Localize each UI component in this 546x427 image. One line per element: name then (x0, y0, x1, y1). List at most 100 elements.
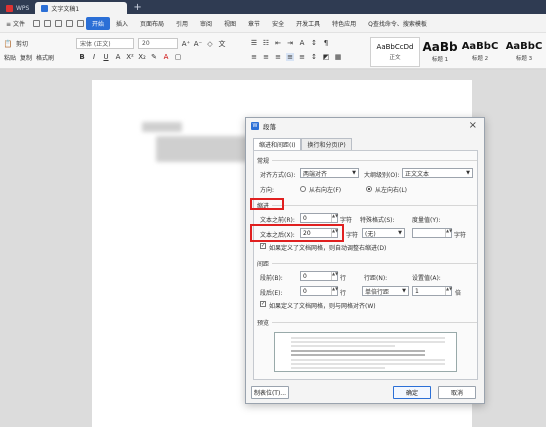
preview-icon[interactable] (54, 19, 62, 27)
menu-home[interactable]: 开始 (85, 16, 110, 30)
font-color-icon[interactable]: A (162, 53, 170, 61)
wps-writer-icon: W (251, 122, 259, 130)
borders-icon[interactable]: ▦ (334, 53, 342, 61)
justify-icon[interactable]: ≡ (286, 53, 294, 61)
dialog-panel: 常规 对齐方式(G): 两端对齐 ▼ 大纲级别(O): 正文文本 ▼ 方向: 从右向… (250, 150, 478, 380)
special-select[interactable]: (无) ▼ (362, 228, 405, 238)
undo-icon[interactable] (65, 19, 73, 27)
spacing-grid-checkbox[interactable]: ✓ (260, 301, 266, 307)
paste-icon[interactable]: 📋 (4, 40, 13, 48)
menu-security[interactable]: 安全 (266, 19, 290, 28)
at-spinner[interactable]: 1 ▲▼ (412, 286, 452, 296)
spin-arrows-icon[interactable]: ▲▼ (331, 287, 338, 295)
numbering-icon[interactable]: ☷ (262, 39, 270, 47)
redo-icon[interactable] (76, 19, 84, 27)
menu-page-layout[interactable]: 页面布局 (134, 19, 170, 28)
format-painter-button[interactable]: 格式刷 (36, 53, 54, 62)
style-heading-1[interactable]: AaBb 标题 1 (422, 37, 458, 67)
style-h2-name: 标题 2 (471, 56, 489, 62)
tab-line-page-breaks[interactable]: 换行和分页(P) (301, 138, 352, 150)
style-heading-2[interactable]: AaBbC 标题 2 (458, 37, 502, 67)
space-after-value: 0 (303, 287, 307, 295)
line-spacing-icon[interactable]: ↕ (310, 53, 318, 61)
font-name-select[interactable]: 宋体 (正文) (76, 38, 134, 49)
highlight-icon[interactable]: ✎ (150, 53, 158, 61)
indent-before-spinner[interactable]: 0 ▲▼ (300, 213, 338, 223)
spin-arrows-icon[interactable]: ▲▼ (331, 214, 338, 222)
show-marks-icon[interactable]: ¶ (322, 39, 330, 47)
space-before-label: 段前(B): (260, 275, 283, 282)
menu-review[interactable]: 审阅 (194, 19, 218, 28)
shading-icon[interactable]: ◩ (322, 53, 330, 61)
space-after-spinner[interactable]: 0 ▲▼ (300, 286, 338, 296)
save-icon[interactable] (32, 19, 40, 27)
outdent-icon[interactable]: ⇤ (274, 39, 282, 47)
superscript-icon[interactable]: X² (126, 53, 134, 61)
space-after-unit[interactable]: 行 (340, 288, 346, 297)
cut-button[interactable]: 剪切 (16, 39, 28, 48)
ok-button[interactable]: 确定 (393, 386, 431, 399)
shrink-font-icon[interactable]: A⁻ (194, 40, 202, 48)
command-search[interactable]: Q查找命令、搜索模板 (362, 19, 433, 28)
grow-font-icon[interactable]: A⁺ (182, 40, 190, 48)
preview-lines-graphic (291, 337, 445, 369)
chinese-layout-icon[interactable]: A (298, 39, 306, 47)
distributed-icon[interactable]: ≡ (298, 53, 306, 61)
bold-icon[interactable]: B (78, 53, 86, 61)
font-size-select[interactable]: 20 (138, 38, 178, 49)
ltr-radio[interactable] (366, 186, 372, 192)
close-icon[interactable]: × (469, 120, 477, 131)
tab-stops-button[interactable]: 制表位(T)... (251, 386, 289, 399)
menu-features[interactable]: 特色应用 (326, 19, 362, 28)
measure-unit[interactable]: 字符 (454, 230, 466, 239)
char-border-icon[interactable]: ▢ (174, 53, 182, 61)
style-h1-name: 标题 1 (431, 57, 449, 63)
indent-after-unit[interactable]: 字符 (346, 230, 358, 239)
align-left-icon[interactable]: ≡ (250, 53, 258, 61)
indent-icon[interactable]: ⇥ (286, 39, 294, 47)
italic-icon[interactable]: I (90, 53, 98, 61)
ltr-label: 从左向右(L) (375, 187, 408, 194)
strikethrough-icon[interactable]: A (114, 53, 122, 61)
tab-wps[interactable]: WPS (0, 2, 35, 14)
print-icon[interactable] (43, 19, 51, 27)
clear-format-icon[interactable]: ◇ (206, 40, 214, 48)
cancel-button[interactable]: 取消 (438, 386, 476, 399)
line-spacing-select[interactable]: 单倍行距 ▼ (362, 286, 409, 296)
align-value: 两端对齐 (303, 170, 328, 178)
menu-view[interactable]: 视图 (218, 19, 242, 28)
spin-arrows-icon[interactable]: ▲▼ (445, 287, 452, 295)
menu-insert[interactable]: 插入 (110, 19, 134, 28)
bullets-icon[interactable]: ☰ (250, 39, 258, 47)
spin-arrows-icon[interactable]: ▲▼ (331, 272, 338, 280)
outline-select[interactable]: 正文文本 ▼ (402, 168, 473, 178)
style-heading-3[interactable]: AaBbC 标题 3 (502, 37, 546, 67)
menu-section[interactable]: 章节 (242, 19, 266, 28)
align-select[interactable]: 两端对齐 ▼ (300, 168, 359, 178)
subscript-icon[interactable]: X₂ (138, 53, 146, 61)
space-before-spinner[interactable]: 0 ▲▼ (300, 271, 338, 281)
sort-icon[interactable]: ↕ (310, 39, 318, 47)
menu-developer[interactable]: 开发工具 (290, 19, 326, 28)
align-center-icon[interactable]: ≡ (262, 53, 270, 61)
dialog-title-bar: W 段落 (246, 118, 484, 134)
indent-before-unit[interactable]: 字符 (340, 215, 352, 224)
underline-icon[interactable]: U (102, 53, 110, 61)
spacing-grid-label: 如果定义了文档网格，则与网格对齐(W) (269, 303, 376, 310)
tab-indent-spacing[interactable]: 缩进和间距(I) (253, 138, 302, 150)
spin-arrows-icon[interactable]: ▲▼ (445, 229, 452, 237)
space-before-unit[interactable]: 行 (340, 273, 346, 282)
align-right-icon[interactable]: ≡ (274, 53, 282, 61)
menu-references[interactable]: 引用 (170, 19, 194, 28)
measure-spinner[interactable]: ▲▼ (412, 228, 452, 238)
new-tab-button[interactable]: + (127, 2, 147, 14)
copy-button[interactable]: 复制 (20, 53, 32, 62)
style-normal[interactable]: AaBbCcDd 正文 (370, 37, 420, 67)
indent-grid-checkbox[interactable]: ✓ (260, 243, 266, 249)
phonetic-icon[interactable]: 文 (218, 40, 226, 48)
rtl-radio[interactable] (300, 186, 306, 192)
line-spacing-value: 单倍行距 (365, 288, 390, 296)
paste-button[interactable]: 粘贴 (4, 53, 16, 62)
tab-document[interactable]: 文字文稿1 (35, 2, 128, 14)
menu-file[interactable]: ≡ 文件 (0, 19, 31, 28)
